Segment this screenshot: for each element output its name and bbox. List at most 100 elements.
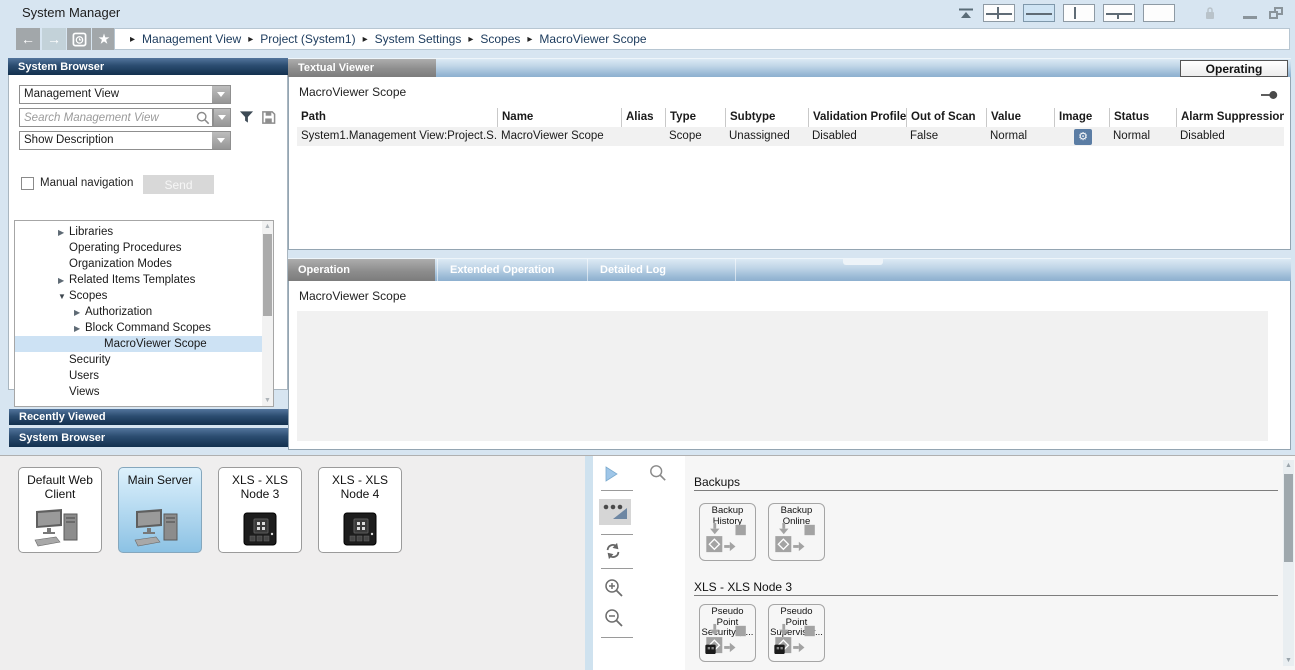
tree-item-related-items-templates[interactable]: ▶Related Items Templates — [15, 272, 262, 288]
chevron-right-icon[interactable]: ▶ — [58, 228, 69, 237]
save-icon[interactable] — [259, 108, 277, 126]
column-header[interactable]: Image — [1054, 108, 1109, 127]
column-header[interactable]: Status — [1109, 108, 1176, 127]
back-button[interactable]: ← — [16, 28, 40, 50]
workstation-icon — [19, 507, 101, 547]
chevron-down-icon[interactable]: ▼ — [58, 292, 69, 301]
restore-icon[interactable] — [1267, 4, 1285, 22]
tile-backup-history[interactable]: Backup History — [699, 503, 756, 561]
search-icon[interactable] — [648, 463, 668, 483]
scroll-thumb[interactable] — [263, 234, 272, 316]
minimize-icon[interactable] — [1241, 4, 1259, 22]
column-header[interactable]: Name — [497, 108, 621, 127]
tree-item-users[interactable]: Users — [15, 368, 262, 384]
breadcrumb-item[interactable]: Project (System1) — [260, 32, 355, 46]
selected-object-label: MacroViewer Scope — [299, 85, 406, 99]
column-header[interactable]: Out of Scan — [906, 108, 986, 127]
manual-navigation-checkbox[interactable] — [21, 177, 34, 190]
tile-pseudo-point-security[interactable]: Pseudo Point Security@... — [699, 604, 756, 662]
zoom-out-icon[interactable] — [603, 607, 625, 629]
tree-item-authorization[interactable]: ▶Authorization — [15, 304, 262, 320]
scroll-up-icon[interactable]: ▲ — [1283, 462, 1294, 469]
column-header[interactable]: Type — [665, 108, 725, 127]
column-header[interactable]: Validation Profile — [808, 108, 906, 127]
breadcrumb-item[interactable]: Scopes — [480, 32, 520, 46]
backup-flow-icon — [704, 522, 750, 557]
refresh-icon[interactable] — [603, 541, 623, 561]
tile-pseudo-point-supervisor[interactable]: Pseudo Point Supervisor... — [768, 604, 825, 662]
tab-operation[interactable]: Operation — [288, 259, 435, 281]
system-browser-bar[interactable]: System Browser — [9, 428, 289, 447]
gears-icon[interactable]: ⚙ — [1074, 129, 1092, 145]
column-header[interactable]: Alarm Suppression — [1176, 108, 1284, 127]
zoom-in-icon[interactable] — [603, 577, 625, 599]
tree-item-operating-procedures[interactable]: Operating Procedures — [15, 240, 262, 256]
sections-scrollbar[interactable]: ▲ ▼ — [1283, 460, 1294, 666]
tree-scrollbar[interactable]: ▲ ▼ — [262, 221, 273, 406]
forward-button[interactable]: → — [42, 28, 66, 50]
system-browser-header[interactable]: System Browser — [8, 58, 288, 75]
column-header[interactable]: Alias — [621, 108, 665, 127]
layout-horizontal-split-icon[interactable] — [1023, 4, 1055, 22]
tab-extended-operation[interactable]: Extended Operation — [437, 259, 587, 281]
tile-backup-online[interactable]: Backup Online — [768, 503, 825, 561]
tree-item-security[interactable]: Security — [15, 352, 262, 368]
view-dropdown[interactable]: Management View — [19, 85, 231, 104]
tab-detailed-log[interactable]: Detailed Log — [587, 259, 735, 281]
recently-viewed-bar[interactable]: Recently Viewed — [9, 409, 289, 425]
operating-button[interactable]: Operating — [1180, 60, 1288, 77]
breadcrumb-arrow-icon: ▸ — [248, 34, 253, 45]
tree-item-scopes[interactable]: ▼Scopes — [15, 288, 262, 304]
title-bar: System Manager — [0, 0, 1295, 26]
breadcrumb-item[interactable]: System Settings — [375, 32, 462, 46]
column-header[interactable]: Value — [986, 108, 1054, 127]
chevron-right-icon[interactable]: ▶ — [74, 308, 85, 317]
layout-mixed-split-icon[interactable] — [1103, 4, 1135, 22]
tree-item-libraries[interactable]: ▶Libraries — [15, 224, 262, 240]
scroll-down-icon[interactable]: ▼ — [1283, 657, 1294, 664]
favorites-button[interactable]: ★ — [92, 28, 116, 50]
layout-single-icon[interactable] — [1143, 4, 1175, 22]
view-dropdown-value: Management View — [20, 86, 212, 103]
cell-image: ⚙ — [1054, 127, 1109, 146]
search-input[interactable] — [20, 112, 196, 124]
search-options-dropdown[interactable] — [213, 108, 231, 127]
column-header[interactable]: Path — [297, 108, 497, 127]
tree-item-views[interactable]: Views — [15, 384, 262, 400]
breadcrumb-item[interactable]: Management View — [142, 32, 241, 46]
layout-grid-icon[interactable] — [983, 4, 1015, 22]
send-button[interactable]: Send — [143, 175, 214, 194]
tree-item-block-command-scopes[interactable]: ▶Block Command Scopes — [15, 320, 262, 336]
breadcrumb-item[interactable]: MacroViewer Scope — [539, 32, 646, 46]
play-icon[interactable] — [601, 464, 621, 484]
layout-vertical-split-icon[interactable] — [1063, 4, 1095, 22]
tab-divider — [735, 259, 748, 281]
chevron-right-icon[interactable]: ▶ — [58, 276, 69, 285]
device-tile-xls-node-3[interactable]: XLS - XLS Node 3 — [218, 467, 302, 553]
splitter-handle[interactable] — [843, 259, 883, 265]
history-button[interactable] — [67, 28, 91, 50]
filter-icon[interactable] — [237, 108, 255, 126]
collapse-icon[interactable] — [957, 4, 975, 22]
search-icon[interactable] — [196, 111, 210, 125]
description-dropdown[interactable]: Show Description — [19, 131, 231, 150]
device-tile-xls-node-4[interactable]: XLS - XLS Node 4 — [318, 467, 402, 553]
device-tile-default-web-client[interactable]: Default Web Client — [18, 467, 102, 553]
scroll-thumb[interactable] — [1284, 474, 1293, 562]
macro-dots-icon[interactable] — [599, 499, 631, 525]
pin-icon[interactable] — [1261, 89, 1278, 104]
chevron-down-icon[interactable] — [212, 86, 230, 103]
tab-textual-viewer[interactable]: Textual Viewer — [288, 59, 436, 77]
panel-separator[interactable] — [585, 456, 593, 670]
table-row[interactable]: System1.Management View:Project.S... Mac… — [297, 127, 1284, 146]
search-box[interactable] — [19, 108, 213, 127]
device-tile-main-server[interactable]: Main Server — [118, 467, 202, 553]
tree-item-organization-modes[interactable]: Organization Modes — [15, 256, 262, 272]
column-header[interactable]: Subtype — [725, 108, 808, 127]
chevron-down-icon[interactable] — [212, 132, 230, 149]
scroll-down-icon[interactable]: ▼ — [262, 395, 273, 406]
tree-item-macroviewer-scope[interactable]: MacroViewer Scope — [15, 336, 262, 352]
chevron-down-icon[interactable] — [214, 109, 230, 126]
chevron-right-icon[interactable]: ▶ — [74, 324, 85, 333]
scroll-up-icon[interactable]: ▲ — [262, 221, 273, 232]
